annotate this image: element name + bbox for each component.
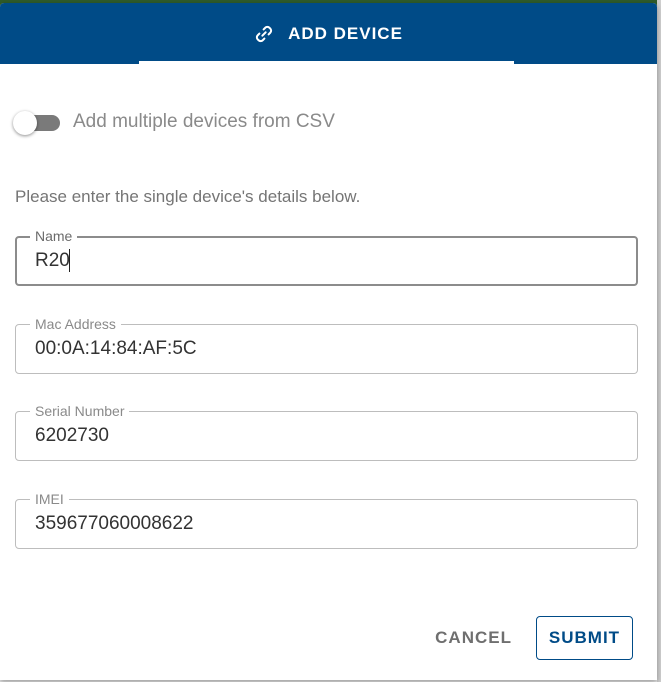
name-field-label: Name [30, 228, 78, 244]
serial-number-field-label: Serial Number [30, 403, 130, 419]
text-caret [69, 249, 70, 272]
tab-indicator [139, 61, 514, 64]
dialog-title: ADD DEVICE [288, 23, 403, 43]
tab-add-device[interactable]: ADD DEVICE [0, 3, 657, 64]
mac-address-field: Mac Address [15, 316, 638, 374]
add-device-dialog: ADD DEVICE Add multiple devices from CSV… [0, 3, 657, 680]
name-input[interactable] [35, 250, 615, 272]
dialog-header: ADD DEVICE [0, 3, 657, 64]
imei-field-label: IMEI [30, 491, 69, 507]
backdrop-edge [657, 0, 661, 682]
mac-address-input[interactable] [35, 338, 615, 360]
csv-toggle-label[interactable]: Add multiple devices from CSV [73, 111, 335, 133]
serial-number-field: Serial Number [15, 403, 638, 461]
dialog-actions: CANCEL SUBMIT [431, 616, 633, 660]
link-icon [254, 24, 274, 44]
switch-thumb [13, 111, 37, 135]
cancel-button[interactable]: CANCEL [431, 618, 516, 658]
csv-toggle-switch[interactable] [12, 107, 62, 137]
serial-number-input[interactable] [35, 425, 615, 447]
imei-field: IMEI [15, 491, 638, 549]
name-field: Name [15, 228, 638, 286]
imei-input[interactable] [35, 513, 615, 535]
instruction-text: Please enter the single device's details… [15, 187, 361, 206]
csv-toggle-row: Add multiple devices from CSV [12, 107, 335, 137]
submit-button[interactable]: SUBMIT [536, 616, 633, 660]
mac-address-field-label: Mac Address [30, 316, 121, 332]
